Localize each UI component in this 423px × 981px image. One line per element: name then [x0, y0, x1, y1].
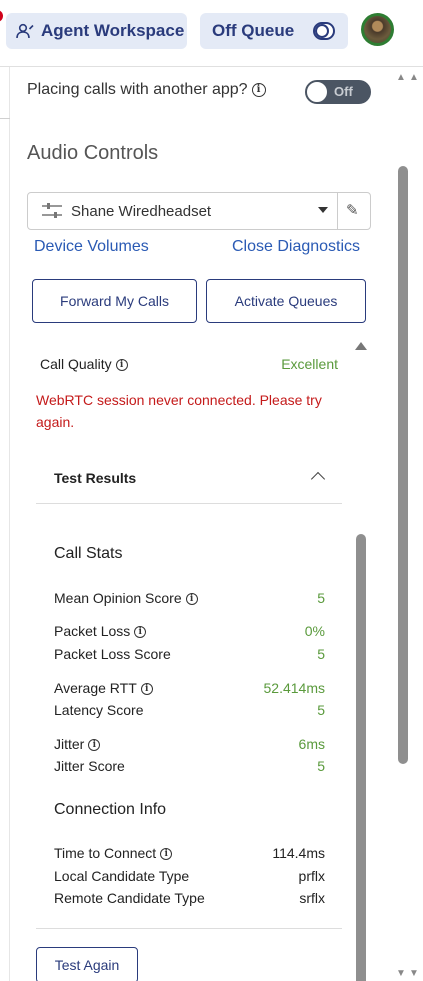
- stat-label-text: Remote Candidate Type: [54, 890, 205, 906]
- audio-device-label: Shane Wiredheadset: [71, 203, 212, 220]
- stat-value: 6ms: [298, 736, 325, 752]
- audio-controls-title: Audio Controls: [27, 142, 159, 164]
- stat-value: 5: [317, 702, 325, 718]
- placing-calls-toggle[interactable]: Off: [305, 80, 371, 104]
- info-icon[interactable]: i: [88, 739, 101, 752]
- left-edge-divider: [0, 118, 10, 119]
- device-volumes-link[interactable]: Device Volumes: [34, 238, 149, 256]
- audio-device-select[interactable]: Shane Wiredheadset ✎: [27, 192, 371, 230]
- activate-queues-button[interactable]: Activate Queues: [206, 279, 366, 323]
- sliders-icon: [42, 203, 62, 218]
- info-icon[interactable]: i: [185, 593, 198, 606]
- info-icon[interactable]: i: [140, 683, 153, 696]
- inner-scroll-up-icon[interactable]: [355, 342, 367, 350]
- test-results-title: Test Results: [54, 470, 137, 486]
- call-quality-row: Call Quality i: [40, 356, 128, 372]
- stat-row-label: Latency Score: [54, 702, 144, 718]
- chevron-up-icon[interactable]: [310, 471, 326, 487]
- stat-value: 52.414ms: [263, 680, 325, 696]
- edit-pencil-icon[interactable]: ✎: [346, 201, 359, 219]
- stat-row-label: Remote Candidate Type: [54, 890, 205, 906]
- scrollbar-thumb[interactable]: [398, 166, 408, 764]
- call-quality-label: Call Quality: [40, 356, 112, 372]
- test-again-button[interactable]: Test Again: [36, 947, 138, 981]
- info-icon[interactable]: i: [251, 82, 266, 97]
- placing-calls-row: Placing calls with another app? i: [27, 81, 266, 99]
- stat-value: 0%: [304, 623, 325, 639]
- stat-row-label: Average RTT i: [54, 680, 153, 696]
- connection-info-title: Connection Info: [54, 801, 167, 818]
- toggle-state-label: Off: [334, 84, 353, 99]
- stat-label-text: Jitter Score: [54, 758, 125, 774]
- scroll-down-arrow-icon[interactable]: ▼: [396, 969, 406, 979]
- stat-value: 5: [317, 590, 325, 606]
- stat-value: 5: [317, 758, 325, 774]
- stat-value: 114.4ms: [272, 845, 325, 861]
- stat-row-label: Jitter Score: [54, 758, 125, 774]
- stat-value: srflx: [299, 890, 325, 906]
- queue-status-button[interactable]: Off Queue: [200, 13, 348, 49]
- agent-icon: [16, 23, 34, 39]
- call-stats-title: Call Stats: [54, 545, 123, 562]
- inner-scrollbar-thumb[interactable]: [356, 534, 366, 981]
- stat-value: 5: [317, 646, 325, 662]
- queue-toggle[interactable]: [313, 22, 335, 40]
- header-divider: [0, 66, 423, 67]
- forward-my-calls-button[interactable]: Forward My Calls: [32, 279, 197, 323]
- stat-row-label: Local Candidate Type: [54, 868, 189, 884]
- close-diagnostics-link[interactable]: Close Diagnostics: [232, 238, 360, 256]
- stat-row-label: Packet Loss Score: [54, 646, 171, 662]
- panel-border: [9, 67, 10, 981]
- test-results-divider: [36, 503, 342, 504]
- stat-label-text: Local Candidate Type: [54, 868, 190, 884]
- agent-workspace-button[interactable]: Agent Workspace: [6, 13, 187, 49]
- stat-row-label: Time to Connect i: [54, 845, 173, 861]
- stat-label-text: Jitter: [54, 736, 85, 752]
- stat-row-label: Mean Opinion Score i: [54, 590, 198, 606]
- stat-row-label: Jitter i: [54, 736, 101, 752]
- avatar-image: [364, 16, 391, 43]
- scroll-down-arrow-icon-2[interactable]: ▼: [409, 969, 419, 979]
- toggle-knob: [306, 81, 328, 103]
- stat-label-text: Time to Connect: [54, 845, 157, 861]
- stat-label-text: Latency Score: [54, 702, 144, 718]
- info-icon[interactable]: i: [160, 848, 173, 861]
- stat-row-label: Packet Loss i: [54, 623, 147, 639]
- info-icon[interactable]: i: [134, 626, 147, 639]
- scroll-up-arrow-icon[interactable]: ▲: [396, 73, 406, 83]
- select-divider: [337, 193, 338, 229]
- stat-value: prflx: [298, 868, 325, 884]
- scroll-up-arrow-icon-2[interactable]: ▲: [409, 73, 419, 83]
- notification-indicator: [0, 10, 3, 22]
- queue-toggle-knob: [315, 24, 329, 38]
- call-quality-value: Excellent: [281, 356, 338, 372]
- stat-label-text: Average RTT: [54, 680, 137, 696]
- stat-label-text: Packet Loss: [54, 623, 131, 639]
- stat-label-text: Mean Opinion Score: [54, 590, 182, 606]
- error-message: WebRTC session never connected. Please t…: [36, 392, 322, 430]
- queue-status-label: Off Queue: [212, 21, 295, 40]
- info-icon[interactable]: i: [115, 359, 128, 372]
- placing-calls-label: Placing calls with another app?: [27, 81, 248, 98]
- stat-label-text: Packet Loss Score: [54, 646, 171, 662]
- avatar[interactable]: [361, 13, 394, 46]
- bottom-divider: [36, 928, 342, 929]
- top-bar: Agent Workspace Off Queue: [0, 0, 423, 66]
- agent-workspace-label: Agent Workspace: [41, 21, 185, 40]
- chevron-down-icon: [318, 207, 328, 213]
